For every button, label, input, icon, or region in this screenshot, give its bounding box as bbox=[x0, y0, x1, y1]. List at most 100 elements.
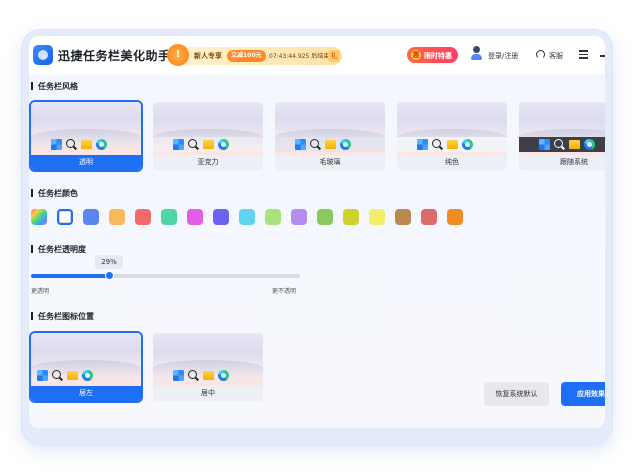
minimize-icon[interactable] bbox=[600, 55, 605, 57]
color-swatch[interactable] bbox=[317, 209, 333, 225]
search-icon bbox=[554, 139, 563, 148]
app-logo-icon bbox=[33, 45, 53, 65]
taskbar-preview bbox=[519, 137, 605, 152]
position-option-card[interactable]: 居中 bbox=[153, 333, 263, 401]
opacity-max-label: 更不透明 bbox=[272, 288, 297, 295]
color-swatch[interactable] bbox=[213, 209, 229, 225]
windows-logo-icon bbox=[51, 139, 62, 150]
promo-label: 新人专享 bbox=[194, 52, 222, 60]
section-title-opacity: 任务栏透明度 bbox=[31, 244, 86, 255]
opacity-slider[interactable] bbox=[31, 271, 300, 280]
windows-logo-icon bbox=[173, 139, 184, 150]
taskbar-preview bbox=[31, 137, 141, 152]
folder-icon bbox=[203, 140, 214, 149]
edge-browser-icon bbox=[218, 139, 229, 150]
windows-logo-icon bbox=[173, 370, 184, 381]
style-option-label: 亚克力 bbox=[153, 155, 263, 170]
color-swatch[interactable] bbox=[239, 209, 255, 225]
gift-box-icon: 礼 bbox=[328, 50, 340, 62]
newcomer-promo-banner[interactable]: ! 新人专享 立减100元 07:43:44.925 后结束 礼 bbox=[167, 44, 342, 66]
style-preview bbox=[153, 102, 263, 155]
user-avatar-icon[interactable] bbox=[470, 46, 482, 62]
section-title-color: 任务栏颜色 bbox=[31, 188, 78, 199]
search-icon bbox=[52, 370, 61, 379]
windows-logo-icon bbox=[417, 139, 428, 150]
folder-icon bbox=[569, 140, 580, 149]
position-preview bbox=[153, 333, 263, 386]
windows-logo-icon bbox=[37, 370, 48, 381]
position-option-label: 居中 bbox=[153, 386, 263, 401]
color-swatch[interactable] bbox=[31, 209, 47, 225]
style-preview bbox=[31, 102, 141, 155]
color-swatch[interactable] bbox=[57, 209, 73, 225]
color-swatch[interactable] bbox=[265, 209, 281, 225]
edge-browser-icon bbox=[462, 139, 473, 150]
folder-icon bbox=[67, 371, 78, 380]
restore-default-button[interactable]: 恢复系统默认 bbox=[484, 382, 549, 406]
color-swatch[interactable] bbox=[135, 209, 151, 225]
color-swatch[interactable] bbox=[369, 209, 385, 225]
search-icon bbox=[188, 370, 197, 379]
folder-icon bbox=[203, 371, 214, 380]
color-swatch[interactable] bbox=[83, 209, 99, 225]
limited-offer-button[interactable]: 惠 限时特惠 bbox=[407, 47, 458, 63]
style-option-label: 透明 bbox=[31, 155, 141, 170]
search-icon bbox=[310, 139, 319, 148]
gift-icon: ! bbox=[167, 44, 189, 66]
style-preview bbox=[397, 102, 507, 155]
color-swatch[interactable] bbox=[395, 209, 411, 225]
title-bar: 迅捷任务栏美化助手 ! 新人专享 立减100元 07:43:44.925 后结束… bbox=[29, 36, 605, 74]
search-icon bbox=[432, 139, 441, 148]
edge-browser-icon bbox=[82, 370, 93, 381]
promo-countdown: 07:43:44.925 后结束 bbox=[269, 53, 330, 60]
limited-offer-label: 限时特惠 bbox=[424, 52, 452, 60]
app-title: 迅捷任务栏美化助手 bbox=[58, 49, 171, 63]
style-option-card[interactable]: 亚克力 bbox=[153, 102, 263, 170]
taskbar-preview bbox=[275, 137, 385, 152]
edge-browser-icon bbox=[584, 139, 595, 150]
apply-effect-button[interactable]: 应用效果 bbox=[561, 382, 605, 406]
windows-logo-icon bbox=[539, 139, 550, 150]
color-swatch[interactable] bbox=[187, 209, 203, 225]
opacity-slider-handle[interactable] bbox=[105, 271, 114, 280]
taskbar-preview bbox=[153, 368, 263, 383]
style-option-label: 纯色 bbox=[397, 155, 507, 170]
style-option-card[interactable]: 纯色 bbox=[397, 102, 507, 170]
edge-browser-icon bbox=[96, 139, 107, 150]
style-preview bbox=[275, 102, 385, 155]
search-icon bbox=[188, 139, 197, 148]
search-icon bbox=[66, 139, 75, 148]
color-swatch[interactable] bbox=[343, 209, 359, 225]
color-swatch[interactable] bbox=[291, 209, 307, 225]
style-option-label: 毛玻璃 bbox=[275, 155, 385, 170]
style-option-card[interactable]: 跟随系统 bbox=[519, 102, 605, 170]
color-swatch[interactable] bbox=[109, 209, 125, 225]
style-option-card[interactable]: 透明 bbox=[29, 100, 143, 172]
edge-browser-icon bbox=[218, 370, 229, 381]
opacity-min-label: 更透明 bbox=[31, 288, 50, 295]
customer-service-link[interactable]: 客服 bbox=[549, 51, 563, 61]
menu-icon[interactable] bbox=[579, 50, 588, 59]
opacity-slider-fill bbox=[31, 274, 109, 278]
style-option-card[interactable]: 毛玻璃 bbox=[275, 102, 385, 170]
position-option-label: 居左 bbox=[31, 386, 141, 401]
login-register-link[interactable]: 登录/注册 bbox=[488, 51, 518, 61]
color-swatch[interactable] bbox=[161, 209, 177, 225]
style-preview bbox=[519, 102, 605, 155]
taskbar-preview bbox=[397, 137, 507, 152]
taskbar-preview bbox=[31, 368, 141, 383]
color-swatch[interactable] bbox=[447, 209, 463, 225]
folder-icon bbox=[325, 140, 336, 149]
headset-icon[interactable] bbox=[536, 50, 545, 59]
style-option-label: 跟随系统 bbox=[519, 155, 605, 170]
taskbar-preview bbox=[153, 137, 263, 152]
folder-icon bbox=[447, 140, 458, 149]
section-title-icon-position: 任务栏图标位置 bbox=[31, 311, 94, 322]
discount-icon: 惠 bbox=[411, 50, 421, 60]
position-preview bbox=[31, 333, 141, 386]
color-swatch[interactable] bbox=[421, 209, 437, 225]
folder-icon bbox=[81, 140, 92, 149]
promo-discount-button[interactable]: 立减100元 bbox=[227, 50, 266, 62]
position-option-card[interactable]: 居左 bbox=[29, 331, 143, 403]
edge-browser-icon bbox=[340, 139, 351, 150]
